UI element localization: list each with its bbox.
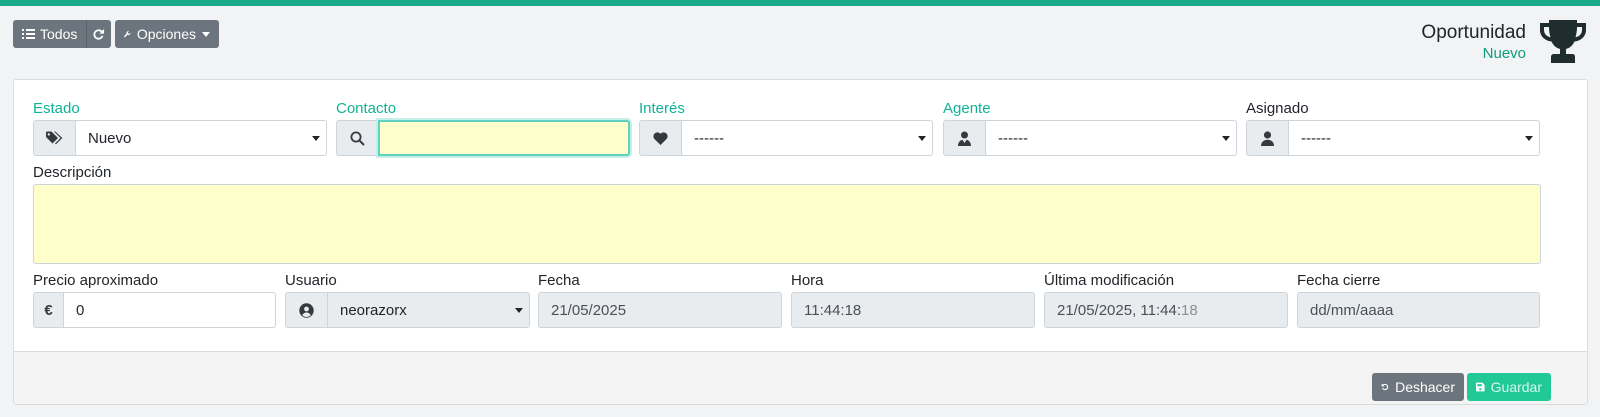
fecha-cierre-field[interactable]: dd/mm/aaaa (1297, 292, 1540, 328)
chevron-down-icon (312, 136, 320, 141)
save-icon (1476, 382, 1485, 392)
asignado-value: ------ (1301, 129, 1331, 147)
save-label: Guardar (1490, 379, 1542, 395)
fecha-field[interactable]: 21/05/2025 (538, 292, 782, 328)
chevron-down-icon (202, 31, 210, 37)
wrench-icon (124, 30, 131, 37)
chevron-down-icon (1525, 136, 1533, 141)
descripcion-textarea[interactable] (33, 184, 1541, 264)
user-icon (1246, 120, 1288, 156)
heart-icon (639, 120, 681, 156)
undo-button[interactable]: Deshacer (1372, 373, 1464, 401)
usuario-value: neorazorx (340, 301, 407, 319)
descripcion-label: Descripción (33, 164, 112, 181)
options-dropdown-button[interactable]: Opciones (115, 20, 219, 48)
asignado-field: ------ (1246, 120, 1540, 156)
user-tie-icon (943, 120, 985, 156)
search-icon (336, 120, 378, 156)
page-title: Oportunidad (1421, 22, 1526, 43)
contacto-search-input[interactable] (378, 120, 630, 156)
asignado-select[interactable]: ------ (1288, 120, 1540, 156)
usuario-label: Usuario (285, 272, 337, 289)
save-button[interactable]: Guardar (1467, 373, 1551, 401)
interes-label: Interés (639, 100, 685, 117)
precio-field: € (33, 292, 276, 328)
tags-icon (33, 120, 75, 156)
interes-value: ------ (694, 129, 724, 147)
usuario-field: neorazorx (285, 292, 530, 328)
undo-label: Deshacer (1395, 379, 1455, 395)
contacto-label: Contacto (336, 100, 397, 117)
undo-icon (1381, 383, 1389, 391)
chevron-down-icon (515, 308, 523, 313)
top-accent-bar (0, 0, 1600, 6)
estado-label: Estado (33, 100, 80, 117)
options-label: Opciones (136, 26, 196, 42)
euro-icon: € (33, 292, 63, 328)
ultima-modificacion-field[interactable]: 21/05/2025, 11:44: 18 (1044, 292, 1288, 328)
status-badge: Nuevo (1482, 45, 1526, 62)
hora-value: 11:44:18 (804, 301, 862, 319)
chevron-down-icon (1222, 136, 1230, 141)
agente-value: ------ (998, 129, 1028, 147)
trophy-icon (1540, 20, 1586, 63)
fecha-label: Fecha (538, 272, 580, 289)
fecha-cierre-value: dd/mm/aaaa (1310, 301, 1394, 319)
estado-value: Nuevo (88, 129, 132, 147)
agente-select[interactable]: ------ (985, 120, 1237, 156)
refresh-button[interactable] (87, 28, 110, 41)
user-circle-icon (285, 292, 327, 328)
estado-field: Nuevo (33, 120, 327, 156)
ultima-modificacion-label: Última modificación (1044, 272, 1175, 289)
hora-field[interactable]: 11:44:18 (791, 292, 1035, 328)
ultima-modificacion-value: 21/05/2025, 11:44: (1057, 301, 1181, 319)
refresh-icon (93, 28, 105, 40)
precio-input[interactable] (63, 292, 276, 328)
contacto-field (336, 120, 630, 156)
interes-select[interactable]: ------ (681, 120, 933, 156)
asignado-label: Asignado (1246, 100, 1309, 117)
agente-label: Agente (943, 100, 991, 117)
fecha-cierre-label: Fecha cierre (1297, 272, 1381, 289)
all-records-button[interactable]: Todos (13, 26, 86, 42)
hora-label: Hora (791, 272, 824, 289)
estado-select[interactable]: Nuevo (75, 120, 327, 156)
opportunity-form-card: Estado Contacto Interés Agente Asignado … (13, 79, 1588, 405)
interes-field: ------ (639, 120, 933, 156)
form-footer: Deshacer Guardar (14, 351, 1587, 404)
agente-field: ------ (943, 120, 1237, 156)
ultima-modificacion-seconds: 18 (1181, 301, 1198, 319)
fecha-value: 21/05/2025 (551, 301, 627, 319)
list-icon (22, 29, 35, 39)
chevron-down-icon (918, 136, 926, 141)
all-records-label: Todos (40, 26, 78, 42)
all-records-button-group: Todos (13, 20, 111, 48)
precio-label: Precio aproximado (33, 272, 159, 289)
usuario-select[interactable]: neorazorx (327, 292, 530, 328)
